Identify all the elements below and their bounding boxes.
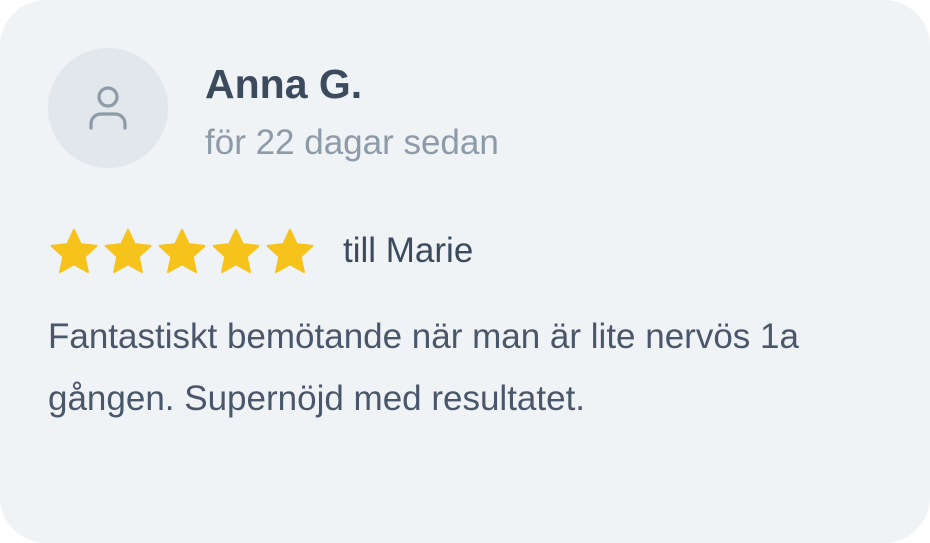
review-recipient: till Marie (343, 231, 474, 270)
star-icon (212, 228, 260, 274)
star-rating (48, 226, 316, 278)
star-icon (266, 228, 314, 274)
star-icon (158, 228, 206, 274)
user-icon (89, 86, 127, 130)
star-icon (104, 228, 152, 274)
review-card: Anna G. för 22 dagar sedan till Marie Fa… (0, 0, 930, 543)
reviewer-name: Anna G. (205, 61, 363, 107)
avatar (48, 48, 168, 168)
review-text: Fantastiskt bemötande när man är lite ne… (48, 317, 799, 418)
review-timestamp: för 22 dagar sedan (205, 123, 499, 162)
star-icon (50, 228, 98, 274)
